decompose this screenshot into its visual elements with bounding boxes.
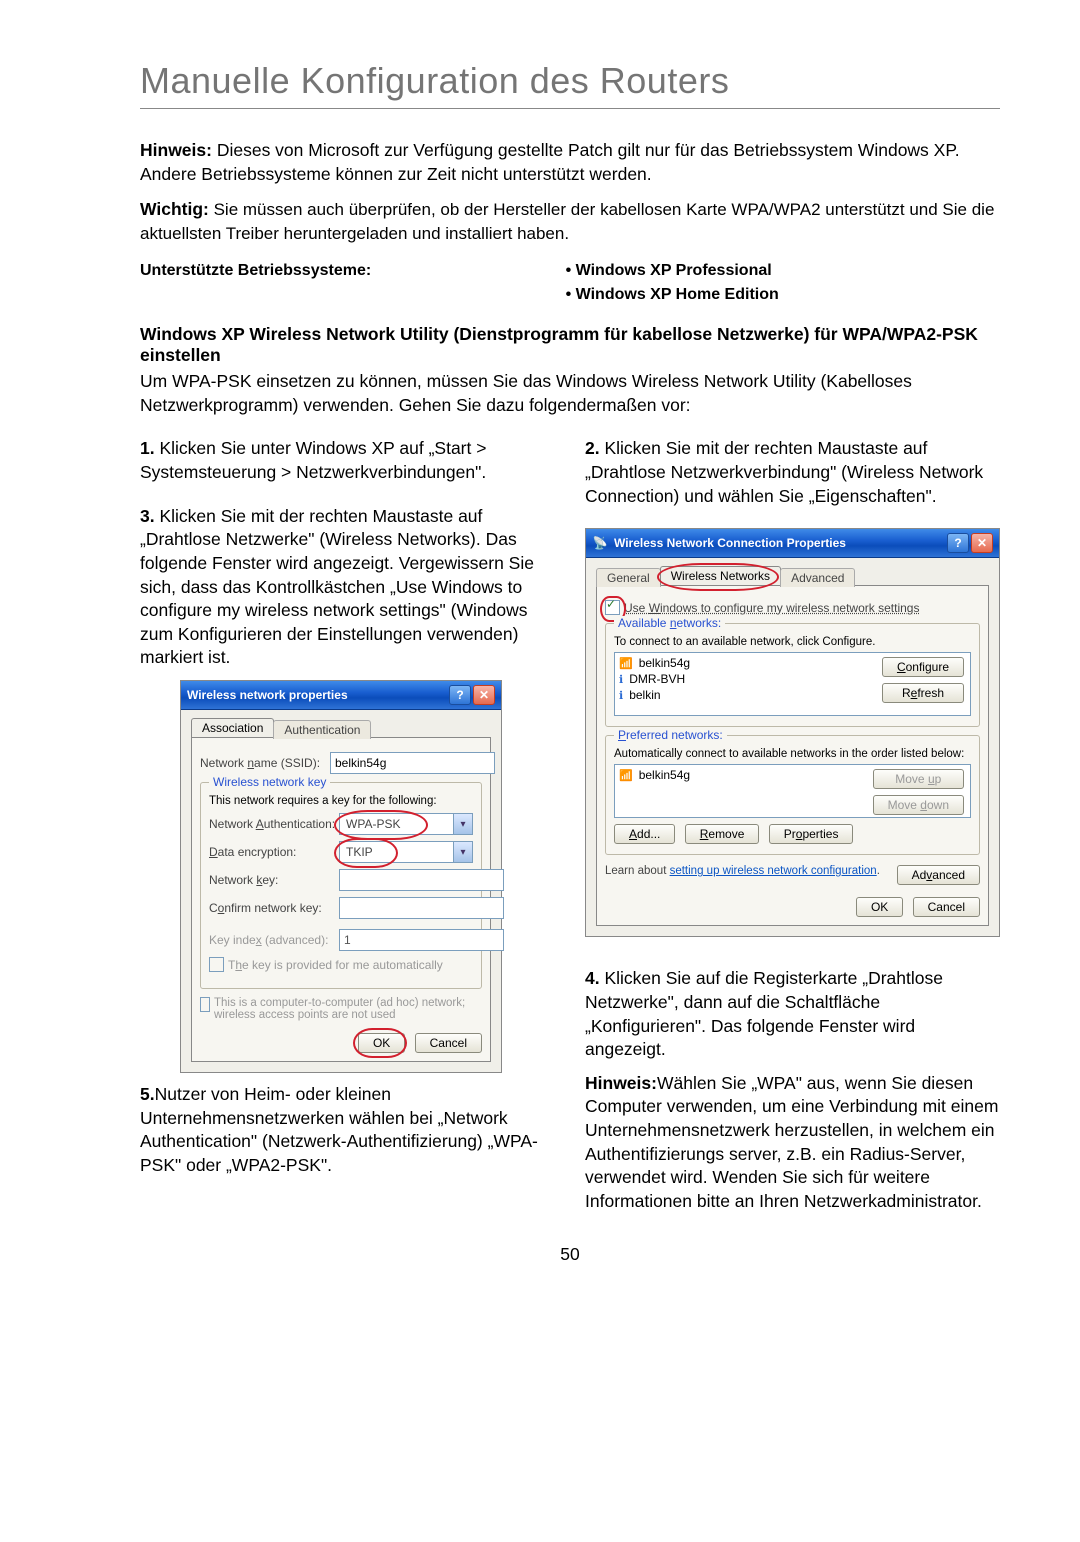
netkey-label: Network key: <box>209 873 339 887</box>
step4-hinweis-label: Hinweis: <box>585 1073 657 1093</box>
tab-association[interactable]: Association <box>191 718 274 737</box>
wkey-desc: This network requires a key for the foll… <box>209 795 473 807</box>
network-icon: 📡 <box>592 535 608 551</box>
pref-title: Preferred networks: <box>614 728 727 742</box>
wifi-icon <box>619 656 633 670</box>
confirm-input[interactable] <box>339 897 504 919</box>
auth-value: WPA-PSK <box>346 817 400 831</box>
step4-num: 4. <box>585 968 600 988</box>
chevron-down-icon: ▾ <box>453 814 472 834</box>
chevron-down-icon: ▾ <box>453 842 472 862</box>
enc-value: TKIP <box>346 845 373 859</box>
ok-button[interactable]: OK <box>358 1033 405 1053</box>
step1-text: Klicken Sie unter Windows XP auf „Start … <box>140 438 486 482</box>
help-icon[interactable]: ? <box>947 533 969 553</box>
step2-text: Klicken Sie mit der rechten Maustaste au… <box>585 438 983 505</box>
intro-text: Um WPA-PSK einsetzen zu können, müssen S… <box>140 370 1000 417</box>
tab-authentication[interactable]: Authentication <box>273 720 371 739</box>
hinweis-text: Dieses von Microsoft zur Verfügung geste… <box>140 140 960 184</box>
step2-num: 2. <box>585 438 600 458</box>
preferred-item[interactable]: belkin54g <box>619 767 865 783</box>
network-item[interactable]: DMR-BVH <box>619 671 874 687</box>
enc-label: Data encryption: <box>209 845 339 859</box>
add-button[interactable]: Add... <box>614 824 675 844</box>
properties-button[interactable]: Properties <box>769 824 854 844</box>
wifi-icon <box>619 768 633 782</box>
learn-text: Learn about <box>605 865 670 877</box>
network-item[interactable]: belkin54g <box>619 655 874 671</box>
step3-text: Klicken Sie mit der rechten Maustaste au… <box>140 506 534 668</box>
cancel-button[interactable]: Cancel <box>415 1033 482 1053</box>
auth-label: Network Authentication: <box>209 817 339 831</box>
help-icon[interactable]: ? <box>449 685 471 705</box>
dialog1-titlebar: Wireless network properties ? ✕ <box>181 681 501 710</box>
os-bullet-1: • Windows XP Professional <box>566 262 772 279</box>
learn-link[interactable]: setting up wireless network configuratio… <box>670 865 877 877</box>
hinweis-label: Hinweis: <box>140 140 212 160</box>
dialog2-title: Wireless Network Connection Properties <box>614 536 846 550</box>
step3-num: 3. <box>140 506 155 526</box>
autokey-label: The key is provided for me automatically <box>228 958 443 972</box>
avail-title: Available networks: <box>614 616 725 630</box>
info-icon <box>619 688 623 702</box>
advanced-button[interactable]: Advanced <box>897 865 980 885</box>
keyidx-input <box>339 929 504 951</box>
movedown-button: Move down <box>873 795 964 815</box>
avail-desc: To connect to an available network, clic… <box>614 636 971 648</box>
ssid-input[interactable] <box>330 752 495 774</box>
adhoc-checkbox <box>200 997 210 1012</box>
confirm-label: Confirm network key: <box>209 901 339 915</box>
info-icon <box>619 672 623 686</box>
dialog-connection-properties: 📡 Wireless Network Connection Properties… <box>585 528 1000 937</box>
os-heading: Unterstützte Betriebssysteme: <box>140 262 371 279</box>
dialog1-title: Wireless network properties <box>187 688 348 702</box>
title-divider <box>140 108 1000 109</box>
ssid-label: Network name (SSID): <box>200 756 330 770</box>
step1-num: 1. <box>140 438 155 458</box>
page-title: Manuelle Konfiguration des Routers <box>140 60 1000 102</box>
enc-dropdown[interactable]: TKIP ▾ <box>339 841 473 863</box>
page-number: 50 <box>140 1244 1000 1265</box>
ok-button[interactable]: OK <box>856 897 903 917</box>
step5-num: 5. <box>140 1084 155 1104</box>
wichtig-text: Sie müssen auch überprüfen, ob der Herst… <box>140 200 994 243</box>
netkey-input[interactable] <box>339 869 504 891</box>
tab-wireless-networks[interactable]: Wireless Networks <box>660 566 781 585</box>
tab-general[interactable]: General <box>596 568 661 587</box>
wkey-group-title: Wireless network key <box>209 775 330 789</box>
pref-desc: Automatically connect to available netwo… <box>614 748 971 760</box>
keyidx-label: Key index (advanced): <box>209 933 339 947</box>
dialog-properties: Wireless network properties ? ✕ Associat… <box>180 680 502 1073</box>
configure-button[interactable]: Configure <box>882 657 964 677</box>
tab-advanced[interactable]: Advanced <box>780 568 855 587</box>
remove-button[interactable]: Remove <box>685 824 760 844</box>
learn-end: . <box>877 865 880 877</box>
close-icon[interactable]: ✕ <box>971 533 993 553</box>
wichtig-label: Wichtig: <box>140 199 209 219</box>
close-icon[interactable]: ✕ <box>473 685 495 705</box>
network-item[interactable]: belkin <box>619 687 874 703</box>
adhoc-label: This is a computer-to-computer (ad hoc) … <box>214 997 482 1021</box>
autokey-checkbox <box>209 957 224 972</box>
moveup-button: Move up <box>873 769 964 789</box>
section-title: Windows XP Wireless Network Utility (Die… <box>140 324 1000 366</box>
refresh-button[interactable]: Refresh <box>882 683 964 703</box>
usewindows-checkbox[interactable]: ✓ <box>605 600 620 615</box>
dialog2-titlebar: 📡 Wireless Network Connection Properties… <box>586 529 999 558</box>
step4-hinweis-text: Wählen Sie „WPA" aus, wenn Sie diesen Co… <box>585 1073 998 1211</box>
os-bullet-2: • Windows XP Home Edition <box>566 286 779 303</box>
step4-text: Klicken Sie auf die Registerkarte „Draht… <box>585 968 943 1059</box>
step5-text: Nutzer von Heim- oder kleinen Unternehme… <box>140 1084 538 1175</box>
usewindows-label: Use Windows to configure my wireless net… <box>624 601 919 615</box>
auth-dropdown[interactable]: WPA-PSK ▾ <box>339 813 473 835</box>
cancel-button[interactable]: Cancel <box>913 897 980 917</box>
